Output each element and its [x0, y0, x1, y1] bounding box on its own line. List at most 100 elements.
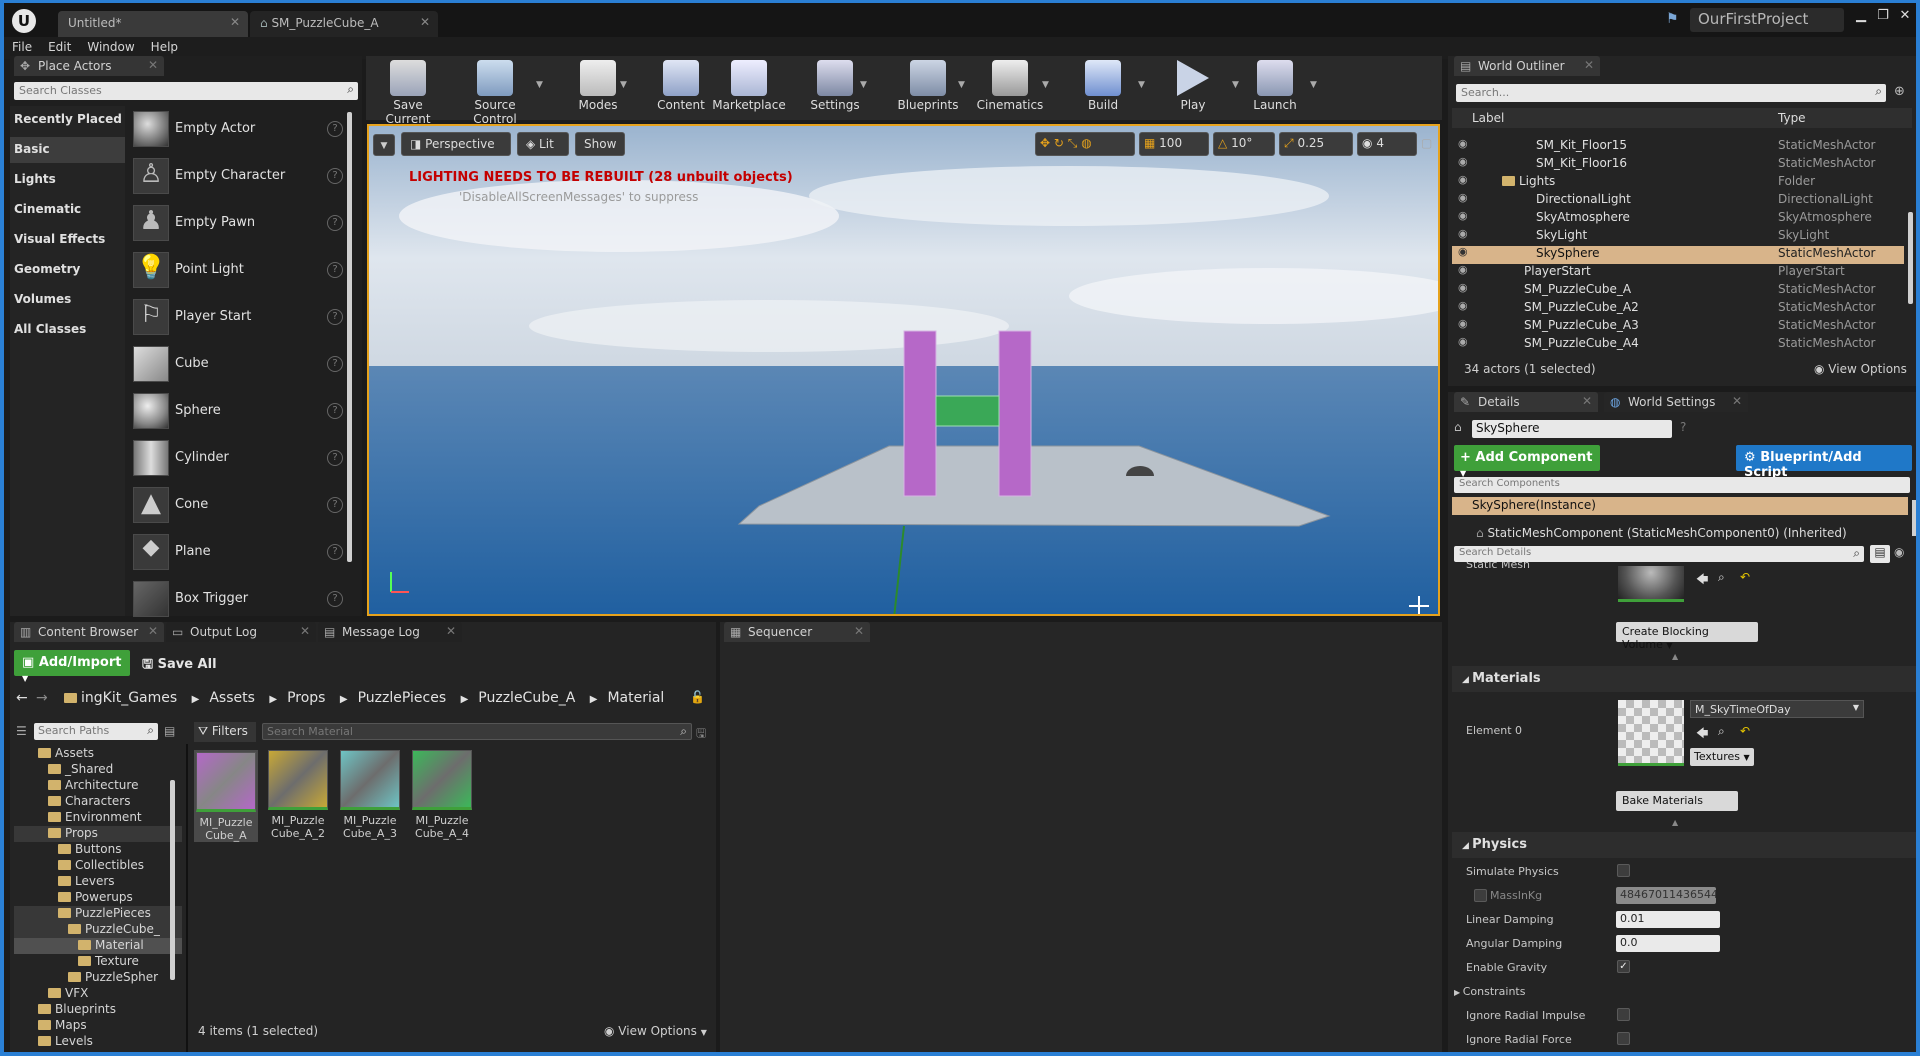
folder-tree-item[interactable]: PuzzleCube_ — [14, 922, 182, 938]
linear-damping-field[interactable]: 0.01 — [1616, 911, 1720, 928]
eye-icon[interactable]: ◉ — [1458, 245, 1468, 258]
category-all-classes[interactable]: All Classes — [14, 322, 86, 336]
menu-window[interactable]: Window — [79, 37, 142, 57]
textures-dropdown[interactable]: Textures ▼ — [1690, 748, 1754, 766]
static-mesh-thumbnail[interactable] — [1618, 566, 1684, 602]
play-button[interactable]: Play — [1168, 60, 1218, 116]
filters-button[interactable]: ⛛ Filters — [194, 722, 256, 742]
folder-tree-item[interactable]: _Shared — [14, 762, 182, 778]
category-cinematic[interactable]: Cinematic — [14, 202, 81, 216]
sources-toggle-icon[interactable]: ☰ — [16, 724, 27, 738]
add-filter-icon[interactable]: ⊕ — [1894, 84, 1905, 99]
actor-empty-character[interactable]: ♙ Empty Character? — [133, 154, 343, 200]
search-details-input[interactable]: Search Details ⌕ — [1454, 546, 1864, 562]
create-blocking-volume-button[interactable]: Create Blocking Volume ▼ — [1616, 622, 1758, 651]
outliner-row[interactable]: ◉ PlayerStart PlayerStart — [1454, 262, 1906, 280]
forward-arrow-icon[interactable]: → — [36, 690, 48, 706]
rotation-snap[interactable]: △ 10° — [1213, 132, 1275, 156]
help-icon[interactable]: ? — [327, 450, 343, 466]
search-classes-input[interactable]: Search Classes ⌕ — [14, 82, 358, 100]
breadcrumb-item[interactable]: Assets — [209, 690, 255, 706]
outliner-row[interactable]: ◉ SM_PuzzleCube_A2 StaticMeshActor — [1454, 298, 1906, 316]
close-icon[interactable]: ✕ — [420, 15, 430, 29]
help-icon[interactable]: ? — [327, 591, 343, 607]
close-icon[interactable]: ✕ — [230, 15, 240, 29]
folder-tree-item[interactable]: Architecture — [14, 778, 182, 794]
outliner-row[interactable]: ◉ SM_Kit_Floor15 StaticMeshActor — [1454, 136, 1906, 154]
breadcrumb-sep-icon[interactable]: ▶ — [192, 694, 200, 705]
world-icon[interactable]: ◍ — [1081, 136, 1091, 150]
transform-tools[interactable]: ✥ ↻ ⤡ ◍ — [1035, 132, 1135, 156]
blueprint-add-script-button[interactable]: ⚙ Blueprint/Add Script — [1736, 445, 1912, 480]
grid-snap[interactable]: ▦ 100 — [1139, 132, 1209, 156]
save-search-icon[interactable]: 🖫 — [696, 724, 706, 745]
add-import-button[interactable]: ▣ Add/Import ▼ — [14, 650, 130, 683]
tab-sm-puzzlecube[interactable]: ⌂ SM_PuzzleCube_A ✕ — [250, 11, 438, 37]
dropdown-arrow-icon[interactable]: ▼ — [860, 80, 867, 90]
angular-damping-field[interactable]: 0.0 — [1616, 935, 1720, 952]
build-button[interactable]: Build — [1078, 60, 1128, 116]
material-thumbnail[interactable] — [1618, 700, 1684, 766]
actor-player-start[interactable]: ⚐ Player Start? — [133, 295, 343, 341]
eye-icon[interactable]: ◉ — [1458, 299, 1468, 312]
reset-icon[interactable]: ↶ — [1740, 570, 1750, 584]
marketplace-button[interactable]: Marketplace — [712, 60, 786, 116]
breadcrumb-sep-icon[interactable]: ▶ — [461, 694, 469, 705]
help-icon[interactable]: ? — [327, 403, 343, 419]
breadcrumb-sep-icon[interactable]: ▶ — [269, 694, 277, 705]
help-icon[interactable]: ? — [327, 121, 343, 137]
mass-field[interactable]: 48467011436544.0 — [1616, 887, 1716, 904]
outliner-row[interactable]: ◉ SM_PuzzleCube_A4 StaticMeshActor — [1454, 334, 1906, 352]
save-current-button[interactable]: Save Current — [370, 60, 446, 126]
close-icon[interactable]: ✕ — [148, 624, 158, 638]
tab-world-outliner[interactable]: ▤ World Outliner ✕ — [1454, 56, 1600, 76]
dropdown-arrow-icon[interactable]: ▼ — [958, 80, 965, 90]
eye-icon[interactable]: ◉ — [1458, 317, 1468, 330]
cinematics-button[interactable]: Cinematics — [976, 60, 1044, 116]
tab-world-settings[interactable]: ◍ World Settings ✕ — [1604, 392, 1748, 412]
eye-icon[interactable]: ◉ — [1458, 137, 1468, 150]
category-lights[interactable]: Lights — [14, 172, 56, 186]
collapse-arrow-icon[interactable]: ▲ — [1672, 652, 1678, 661]
tab-details[interactable]: ✎ Details ✕ — [1454, 392, 1598, 412]
help-icon[interactable]: ? — [327, 215, 343, 231]
asset-tile[interactable]: MI_Puzzle Cube_A_2 — [266, 750, 330, 840]
asset-tile[interactable]: MI_Puzzle Cube_A — [194, 750, 258, 842]
bake-materials-button[interactable]: Bake Materials — [1616, 791, 1738, 811]
splitter[interactable] — [186, 744, 188, 1052]
materials-section-header[interactable]: ◢ Materials — [1452, 666, 1916, 692]
category-geometry[interactable]: Geometry — [14, 262, 80, 276]
actor-empty-pawn[interactable]: ♟ Empty Pawn? — [133, 201, 343, 247]
actor-cone[interactable]: ▲ Cone? — [133, 483, 343, 529]
blueprints-button[interactable]: Blueprints — [894, 60, 962, 116]
physics-section-header[interactable]: ◢ Physics — [1452, 832, 1916, 858]
ignore-radial-force-checkbox[interactable] — [1617, 1032, 1630, 1045]
ignore-radial-impulse-checkbox[interactable] — [1617, 1008, 1630, 1021]
category-visual-effects[interactable]: Visual Effects — [14, 232, 105, 246]
close-icon[interactable]: ✕ — [148, 58, 158, 72]
place-actors-scrollbar[interactable] — [347, 112, 352, 562]
actor-plane[interactable]: ◆ Plane? — [133, 530, 343, 576]
outliner-row[interactable]: ◉ SM_PuzzleCube_A StaticMeshActor — [1454, 280, 1906, 298]
component-instance-row[interactable]: SkySphere(Instance) — [1452, 497, 1908, 515]
eye-icon[interactable]: ◉ — [1458, 281, 1468, 294]
folder-tree-item[interactable]: PuzzleSpher — [14, 970, 182, 986]
outliner-row[interactable]: ◉ DirectionalLight DirectionalLight — [1454, 190, 1906, 208]
outliner-search-input[interactable]: Search... ⌕ — [1456, 84, 1886, 102]
folder-tree-item[interactable]: Buttons — [14, 842, 182, 858]
rotate-icon[interactable]: ↻ — [1054, 136, 1064, 150]
show-dropdown[interactable]: Show — [575, 132, 625, 156]
lock-icon[interactable]: 🔓 — [690, 690, 705, 704]
details-scrollbar[interactable] — [1912, 500, 1916, 536]
menu-edit[interactable]: Edit — [40, 37, 79, 57]
material-dropdown[interactable]: M_SkyTimeOfDay ▼ — [1690, 700, 1864, 718]
close-icon[interactable]: ✕ — [446, 624, 456, 638]
help-icon[interactable]: ? — [327, 262, 343, 278]
dropdown-arrow-icon[interactable]: ▼ — [1042, 80, 1049, 90]
mass-override-checkbox[interactable] — [1474, 889, 1487, 902]
folder-tree-item[interactable]: VFX — [14, 986, 182, 1002]
content-button[interactable]: Content — [650, 60, 712, 116]
eye-icon[interactable]: ◉ — [1458, 209, 1468, 222]
breadcrumb-item[interactable]: Props — [287, 690, 325, 706]
tab-sequencer[interactable]: ▦ Sequencer ✕ — [724, 622, 870, 642]
